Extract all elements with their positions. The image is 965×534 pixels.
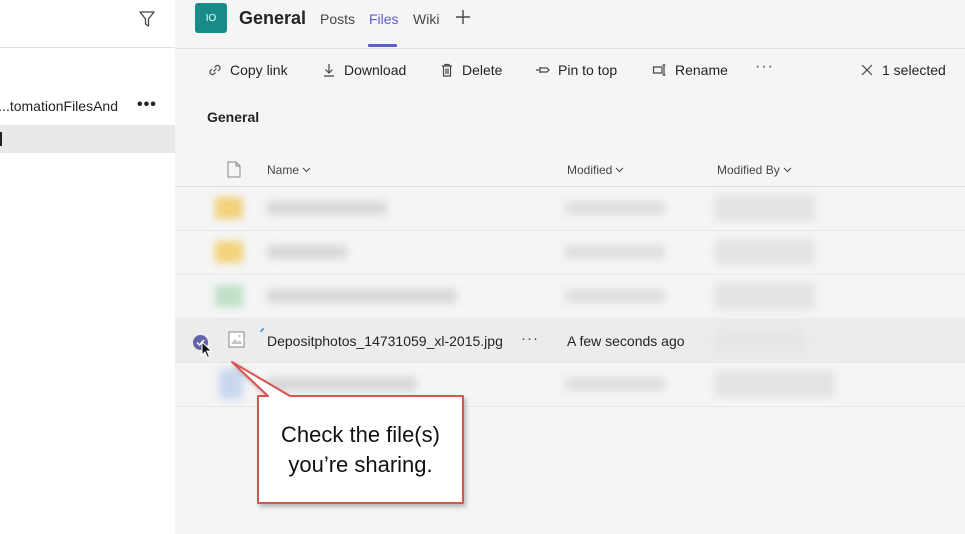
blurred-text <box>565 245 665 259</box>
column-header-modified-by[interactable]: Modified By <box>717 163 792 177</box>
blurred-text <box>565 377 665 391</box>
blurred-text <box>267 377 417 391</box>
channel-title: General <box>239 8 307 28</box>
table-row[interactable] <box>175 187 965 231</box>
download-icon <box>324 64 334 77</box>
team-avatar: IO <box>195 3 227 33</box>
pin-to-top-button[interactable]: Pin to top <box>535 62 617 78</box>
file-type-icon[interactable] <box>227 161 241 178</box>
column-header-modified[interactable]: Modified <box>567 163 624 177</box>
table-row[interactable] <box>175 231 965 275</box>
sidebar-header <box>0 0 175 48</box>
pin-icon <box>536 67 550 73</box>
add-tab-icon[interactable] <box>455 9 471 25</box>
blurred-folder-icon <box>215 241 243 263</box>
trash-icon <box>442 63 452 77</box>
column-modified-label: Modified <box>567 163 613 177</box>
copy-link-label: Copy link <box>230 62 288 78</box>
callout-line-1: Check the file(s) <box>281 422 440 447</box>
callout-line-2: you’re sharing. <box>288 452 433 477</box>
column-header-name[interactable]: Name <box>267 163 311 177</box>
blurred-file-icon <box>215 285 243 307</box>
mouse-cursor-icon <box>201 341 213 359</box>
team-more-options-icon[interactable]: ••• <box>137 96 157 114</box>
table-row[interactable] <box>175 363 965 407</box>
team-item[interactable]: tomationFilesAnd... ••• <box>0 94 175 118</box>
selection-indicator[interactable]: 1 selected <box>861 62 946 78</box>
blurred-text <box>715 195 815 221</box>
callout-text: Check the file(s) you’re sharing. <box>258 420 463 480</box>
delete-label: Delete <box>462 62 503 78</box>
pin-to-top-label: Pin to top <box>558 62 618 78</box>
chevron-down-icon <box>302 167 311 173</box>
teams-sidebar: tomationFilesAnd... ••• <box>0 0 175 534</box>
channel-selected-marker <box>0 132 2 146</box>
delete-button[interactable]: Delete <box>439 62 502 78</box>
blurred-text <box>715 239 815 265</box>
team-name: tomationFilesAnd... <box>0 98 118 114</box>
tab-files[interactable]: Files <box>369 11 399 27</box>
rename-icon <box>652 64 666 76</box>
table-row-selected[interactable]: Depositphotos_14731059_xl-2015.jpg ··· A… <box>175 319 965 363</box>
blurred-folder-icon <box>215 197 243 219</box>
tab-posts[interactable]: Posts <box>320 11 355 27</box>
sidebar-item-general-channel[interactable] <box>0 125 175 153</box>
table-row[interactable] <box>175 275 965 319</box>
active-tab-indicator <box>368 44 397 47</box>
blurred-text <box>715 329 805 353</box>
blurred-text <box>565 289 665 303</box>
list-header: Name Modified Modified By <box>175 152 965 187</box>
image-file-icon <box>228 331 245 348</box>
column-modified-by-label: Modified By <box>717 163 780 177</box>
filter-icon[interactable] <box>138 10 156 28</box>
copy-link-button[interactable]: Copy link <box>207 62 288 78</box>
download-label: Download <box>344 62 407 78</box>
link-icon <box>209 64 221 76</box>
blurred-text <box>267 201 387 215</box>
selected-count: 1 selected <box>882 62 946 78</box>
folder-breadcrumb: General <box>207 109 260 125</box>
modified-date: A few seconds ago <box>567 333 685 349</box>
chevron-down-icon <box>783 167 792 173</box>
file-name[interactable]: Depositphotos_14731059_xl-2015.jpg <box>267 333 503 349</box>
column-name-label: Name <box>267 163 300 177</box>
chevron-down-icon <box>616 167 624 173</box>
blurred-text <box>267 289 457 303</box>
row-more-options-icon[interactable]: ··· <box>521 330 539 347</box>
channel-header: IO General Posts Files Wiki <box>175 0 965 48</box>
blurred-text <box>715 283 815 309</box>
file-list: Name Modified Modified By Depositphotos_… <box>175 152 965 407</box>
files-toolbar: Copy link Download Delete Pin to top Ren… <box>175 48 965 90</box>
blurred-file-icon <box>219 369 243 399</box>
tab-wiki[interactable]: Wiki <box>413 11 439 27</box>
blurred-text <box>715 371 835 397</box>
rename-label: Rename <box>675 62 728 78</box>
download-button[interactable]: Download <box>321 62 406 78</box>
teams-window: tomationFilesAnd... ••• IO General Posts… <box>0 0 965 534</box>
toolbar-more-icon[interactable]: ··· <box>755 58 774 76</box>
close-icon[interactable] <box>861 64 873 76</box>
rename-button[interactable]: Rename <box>652 62 728 78</box>
blurred-text <box>565 201 665 215</box>
blurred-text <box>267 245 347 259</box>
